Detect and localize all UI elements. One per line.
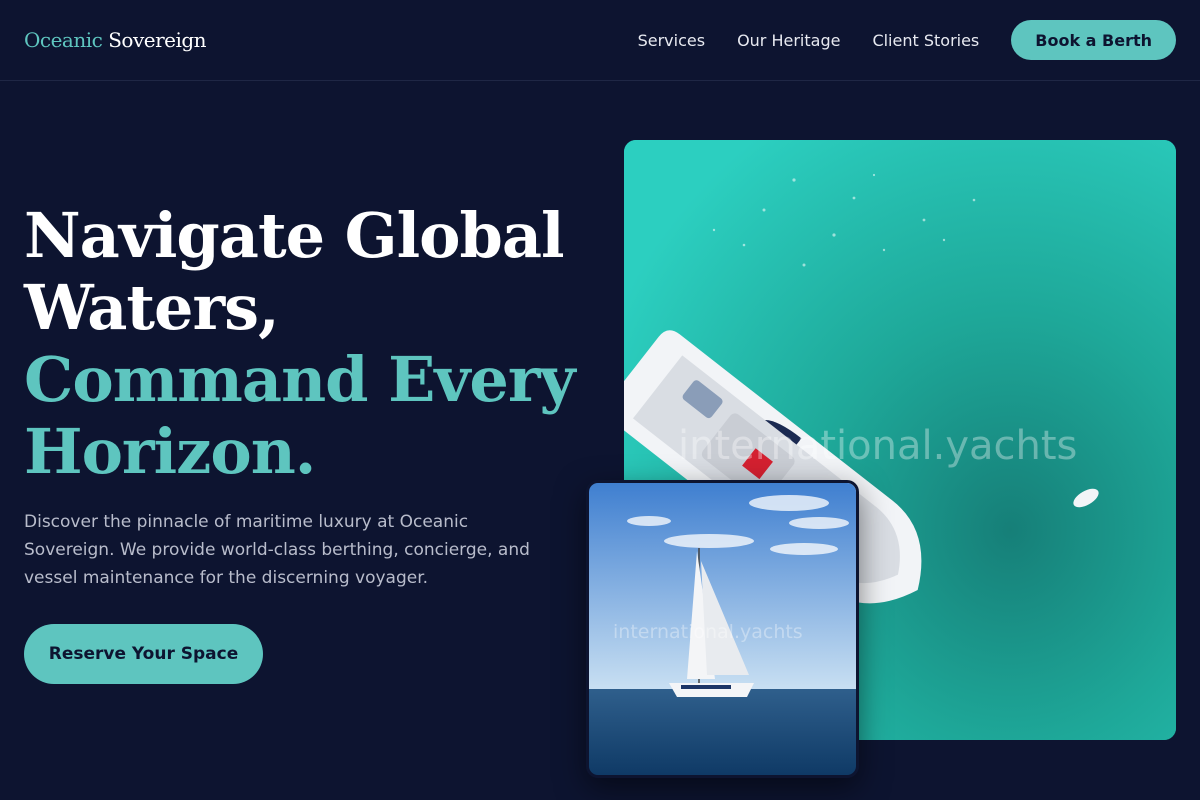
reserve-your-space-button[interactable]: Reserve Your Space: [24, 624, 263, 684]
sailboat-photo: international.yachts: [586, 480, 859, 778]
book-a-berth-button[interactable]: Book a Berth: [1011, 20, 1176, 60]
nav-link-services[interactable]: Services: [638, 31, 705, 50]
headline-line-1: Navigate Global: [24, 199, 565, 272]
brand-name-part1: Oceanic: [24, 28, 103, 52]
hero-headline: Navigate Global Waters, Command Every Ho…: [24, 200, 594, 488]
top-navigation-bar: Oceanic Sovereign Services Our Heritage …: [0, 0, 1200, 81]
nav-link-our-heritage[interactable]: Our Heritage: [737, 31, 840, 50]
hero-description: Discover the pinnacle of maritime luxury…: [24, 512, 530, 588]
brand-name-part2: Sovereign: [108, 28, 207, 52]
nav-link-client-stories[interactable]: Client Stories: [872, 31, 979, 50]
headline-line-4: Horizon.: [24, 415, 316, 488]
inset-photo-watermark: international.yachts: [613, 621, 803, 643]
main-photo-watermark: international.yachts: [678, 423, 1078, 469]
main-nav: Services Our Heritage Client Stories Boo…: [606, 20, 1176, 60]
headline-line-3: Command Every: [24, 343, 576, 416]
brand-logo[interactable]: Oceanic Sovereign: [24, 28, 207, 52]
headline-line-2: Waters,: [24, 271, 280, 344]
